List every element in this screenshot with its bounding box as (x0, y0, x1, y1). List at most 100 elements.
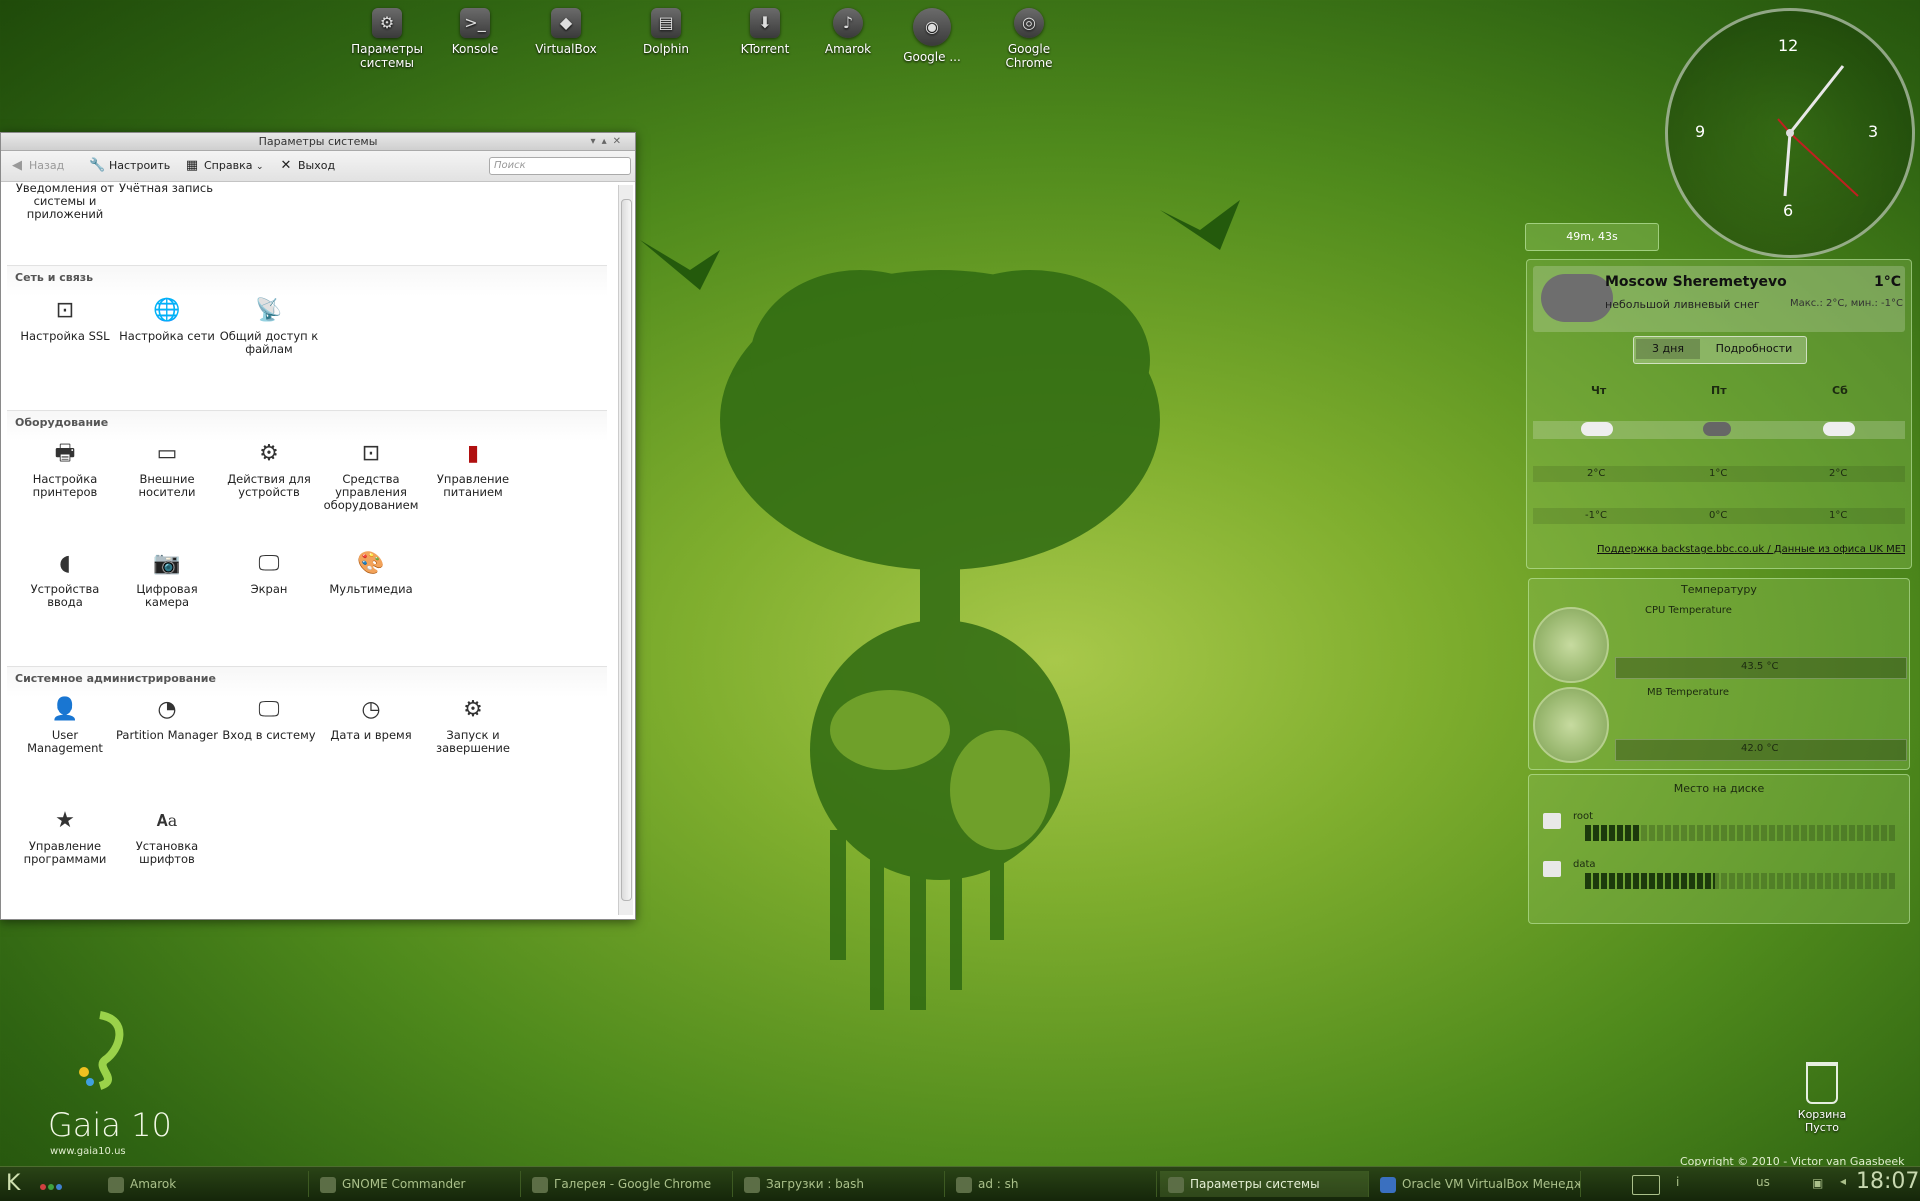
info-icon[interactable]: i (1676, 1175, 1679, 1189)
system-settings-window[interactable]: Параметры системы ▾▴✕ ◀ Назад 🔧 Настроить … (0, 132, 636, 920)
forecast-high: 2°C (1829, 468, 1848, 479)
vertical-scrollbar[interactable] (618, 185, 633, 915)
desktop-icon-system-settings[interactable]: ⚙ Параметры системы (342, 8, 432, 70)
pager-icon[interactable] (40, 1179, 70, 1190)
weather-widget[interactable]: Moscow Sheremetyevo 1°C небольшой ливнев… (1526, 259, 1912, 569)
configure-button[interactable]: 🔧 Настроить (89, 158, 170, 174)
task-bash[interactable]: Загрузки : bash (736, 1171, 945, 1197)
settings-item-label: Настройка принтеров (32, 472, 98, 499)
help-icon: ▦ (185, 158, 199, 173)
cloud-icon (1581, 422, 1613, 436)
desktop-icon-label: Google Chrome (1005, 42, 1053, 70)
settings-item-label: Настройка SSL (20, 329, 110, 343)
settings-icon: ⚙ (372, 8, 402, 38)
window-title: Параметры системы (258, 135, 378, 148)
hard-drive-icon (1543, 813, 1561, 829)
kde-menu-button[interactable]: K (6, 1171, 34, 1197)
task-amarok[interactable]: Amarok (100, 1171, 309, 1197)
settings-item-label: Устройства ввода (30, 582, 100, 609)
taskbar: K Amarok GNOME Commander Галерея - Googl… (0, 1166, 1920, 1201)
forecast-low: 1°C (1829, 510, 1848, 521)
disk-space-widget[interactable]: Место на диске root data (1528, 774, 1910, 924)
settings-item-network[interactable]: 🌐 Настройка сети (116, 296, 218, 343)
volume-tray-icon[interactable]: ◂ (1840, 1174, 1846, 1188)
settings-item-label: User Management (27, 728, 103, 755)
star-icon: ★ (55, 808, 75, 833)
network-tray-icon[interactable]: ▣ (1812, 1176, 1823, 1190)
settings-item-label: Действия для устройств (227, 472, 311, 499)
desktop-icon-ktorrent[interactable]: ⬇ KTorrent (720, 8, 810, 56)
settings-item-label: Мультимедиа (329, 582, 413, 596)
settings-item-font-installer[interactable]: 𝐀a Установка шрифтов (116, 806, 218, 866)
help-button[interactable]: ▦ Справка ⌄ (184, 158, 264, 174)
settings-item-device-actions[interactable]: ⚙ Действия для устройств (218, 439, 320, 499)
settings-item-removable-media[interactable]: ▭ Внешние носители (116, 439, 218, 499)
settings-item-label: Учётная запись (119, 182, 213, 195)
trash-icon-desktop[interactable]: Корзина Пусто (1782, 1062, 1862, 1134)
task-virtualbox[interactable]: Oracle VM VirtualBox Менедж (1372, 1171, 1581, 1197)
task-sh[interactable]: ad : sh (948, 1171, 1157, 1197)
settings-content: Уведомления от системы и приложений Учёт… (1, 182, 615, 919)
settings-item-ssl[interactable]: ⊡ Настройка SSL (14, 296, 116, 343)
settings-item-multimedia[interactable]: 🎨 Мультимедиа (320, 549, 422, 596)
clock-time[interactable]: 18:07 (1856, 1169, 1919, 1194)
temperature-widget[interactable]: Температуру CPU Temperature 43.5 °C MB T… (1528, 578, 1910, 770)
task-chrome[interactable]: Галерея - Google Chrome (524, 1171, 733, 1197)
task-system-settings[interactable]: Параметры системы (1160, 1171, 1369, 1197)
settings-item-date-time[interactable]: ◷ Дата и время (320, 695, 422, 742)
tab-details[interactable]: Подробности (1706, 339, 1802, 359)
settings-item-input-devices[interactable]: ◖ Устройства ввода (14, 549, 116, 609)
settings-item-printers[interactable]: 🖶 Настройка принтеров (14, 439, 116, 499)
desktop-icon-virtualbox[interactable]: ◆ VirtualBox (521, 8, 611, 56)
settings-item-login[interactable]: 🖵 Вход в систему (218, 695, 320, 742)
scrollbar-thumb[interactable] (621, 199, 632, 901)
close-icon[interactable]: ✕ (613, 136, 627, 147)
font-icon: 𝐀a (156, 811, 178, 830)
chevron-down-icon: ⌄ (255, 162, 264, 172)
search-input[interactable]: Поиск (489, 157, 631, 175)
settings-item-notifications[interactable]: Уведомления от системы и приложений (14, 182, 116, 221)
desktop-icon-google-earth[interactable]: ◉ Google ... (887, 8, 977, 64)
task-gnome-commander[interactable]: GNOME Commander (312, 1171, 521, 1197)
maximize-icon[interactable]: ▴ (602, 136, 613, 147)
settings-item-label: Дата и время (330, 728, 412, 742)
desktop-icon-dolphin[interactable]: ▤ Dolphin (621, 8, 711, 56)
desktop-icon-konsole[interactable]: >_ Konsole (430, 8, 520, 56)
partition-icon: ◔ (157, 697, 177, 722)
timer-widget[interactable]: 49m, 43s (1525, 223, 1659, 251)
forecast-low: -1°C (1585, 510, 1607, 521)
settings-item-file-sharing[interactable]: 📡 Общий доступ к файлам (218, 296, 320, 356)
settings-item-label: Установка шрифтов (135, 839, 199, 866)
keyboard-layout[interactable]: us (1756, 1175, 1770, 1189)
desktop-icon-amarok[interactable]: ♪ Amarok (803, 8, 893, 56)
settings-item-display[interactable]: 🖵 Экран (218, 549, 320, 596)
exit-button[interactable]: ✕ Выход (278, 158, 336, 174)
drive-icon: ▭ (156, 441, 178, 466)
back-button[interactable]: ◀ Назад (9, 158, 64, 174)
settings-item-user-management[interactable]: 👤 User Management (14, 695, 116, 755)
settings-item-camera[interactable]: 📷 Цифровая камера (116, 549, 218, 609)
analog-clock-widget[interactable]: 12 3 6 9 (1665, 8, 1915, 258)
window-controls[interactable]: ▾▴✕ (591, 133, 627, 150)
minimize-icon[interactable]: ▾ (591, 136, 602, 147)
settings-item-partition-manager[interactable]: ◔ Partition Manager (116, 695, 218, 742)
window-titlebar[interactable]: Параметры системы ▾▴✕ (1, 133, 635, 151)
show-desktop-icon[interactable] (1632, 1175, 1660, 1195)
sensor-value: 43.5 °C (1741, 661, 1779, 672)
settings-item-power[interactable]: ▮ Управление питанием (422, 439, 524, 499)
task-label: Галерея - Google Chrome (554, 1177, 712, 1191)
settings-item-startup-shutdown[interactable]: ⚙ Запуск и завершение (422, 695, 524, 755)
desktop-icon-label: Google ... (903, 50, 961, 64)
weather-credit-link[interactable]: Поддержка backstage.bbc.co.uk / Данные и… (1597, 544, 1905, 555)
close-icon: ✕ (280, 158, 292, 173)
settings-item-hardware-tools[interactable]: ⊡ Средства управления оборудованием (320, 439, 422, 512)
settings-item-software-management[interactable]: ★ Управление программами (14, 806, 116, 866)
settings-item-label: Экран (250, 582, 288, 596)
settings-item-account[interactable]: Учётная запись (115, 182, 217, 195)
desktop-icon-google-chrome[interactable]: ◎ Google Chrome (984, 8, 1074, 70)
section-system-admin: Системное администрирование 👤 User Manag… (7, 666, 607, 917)
cloud-snow-icon (1541, 274, 1613, 322)
tab-3-days[interactable]: 3 дня (1636, 339, 1700, 359)
printer-icon: 🖶 (54, 441, 76, 466)
file-manager-icon (320, 1176, 336, 1193)
